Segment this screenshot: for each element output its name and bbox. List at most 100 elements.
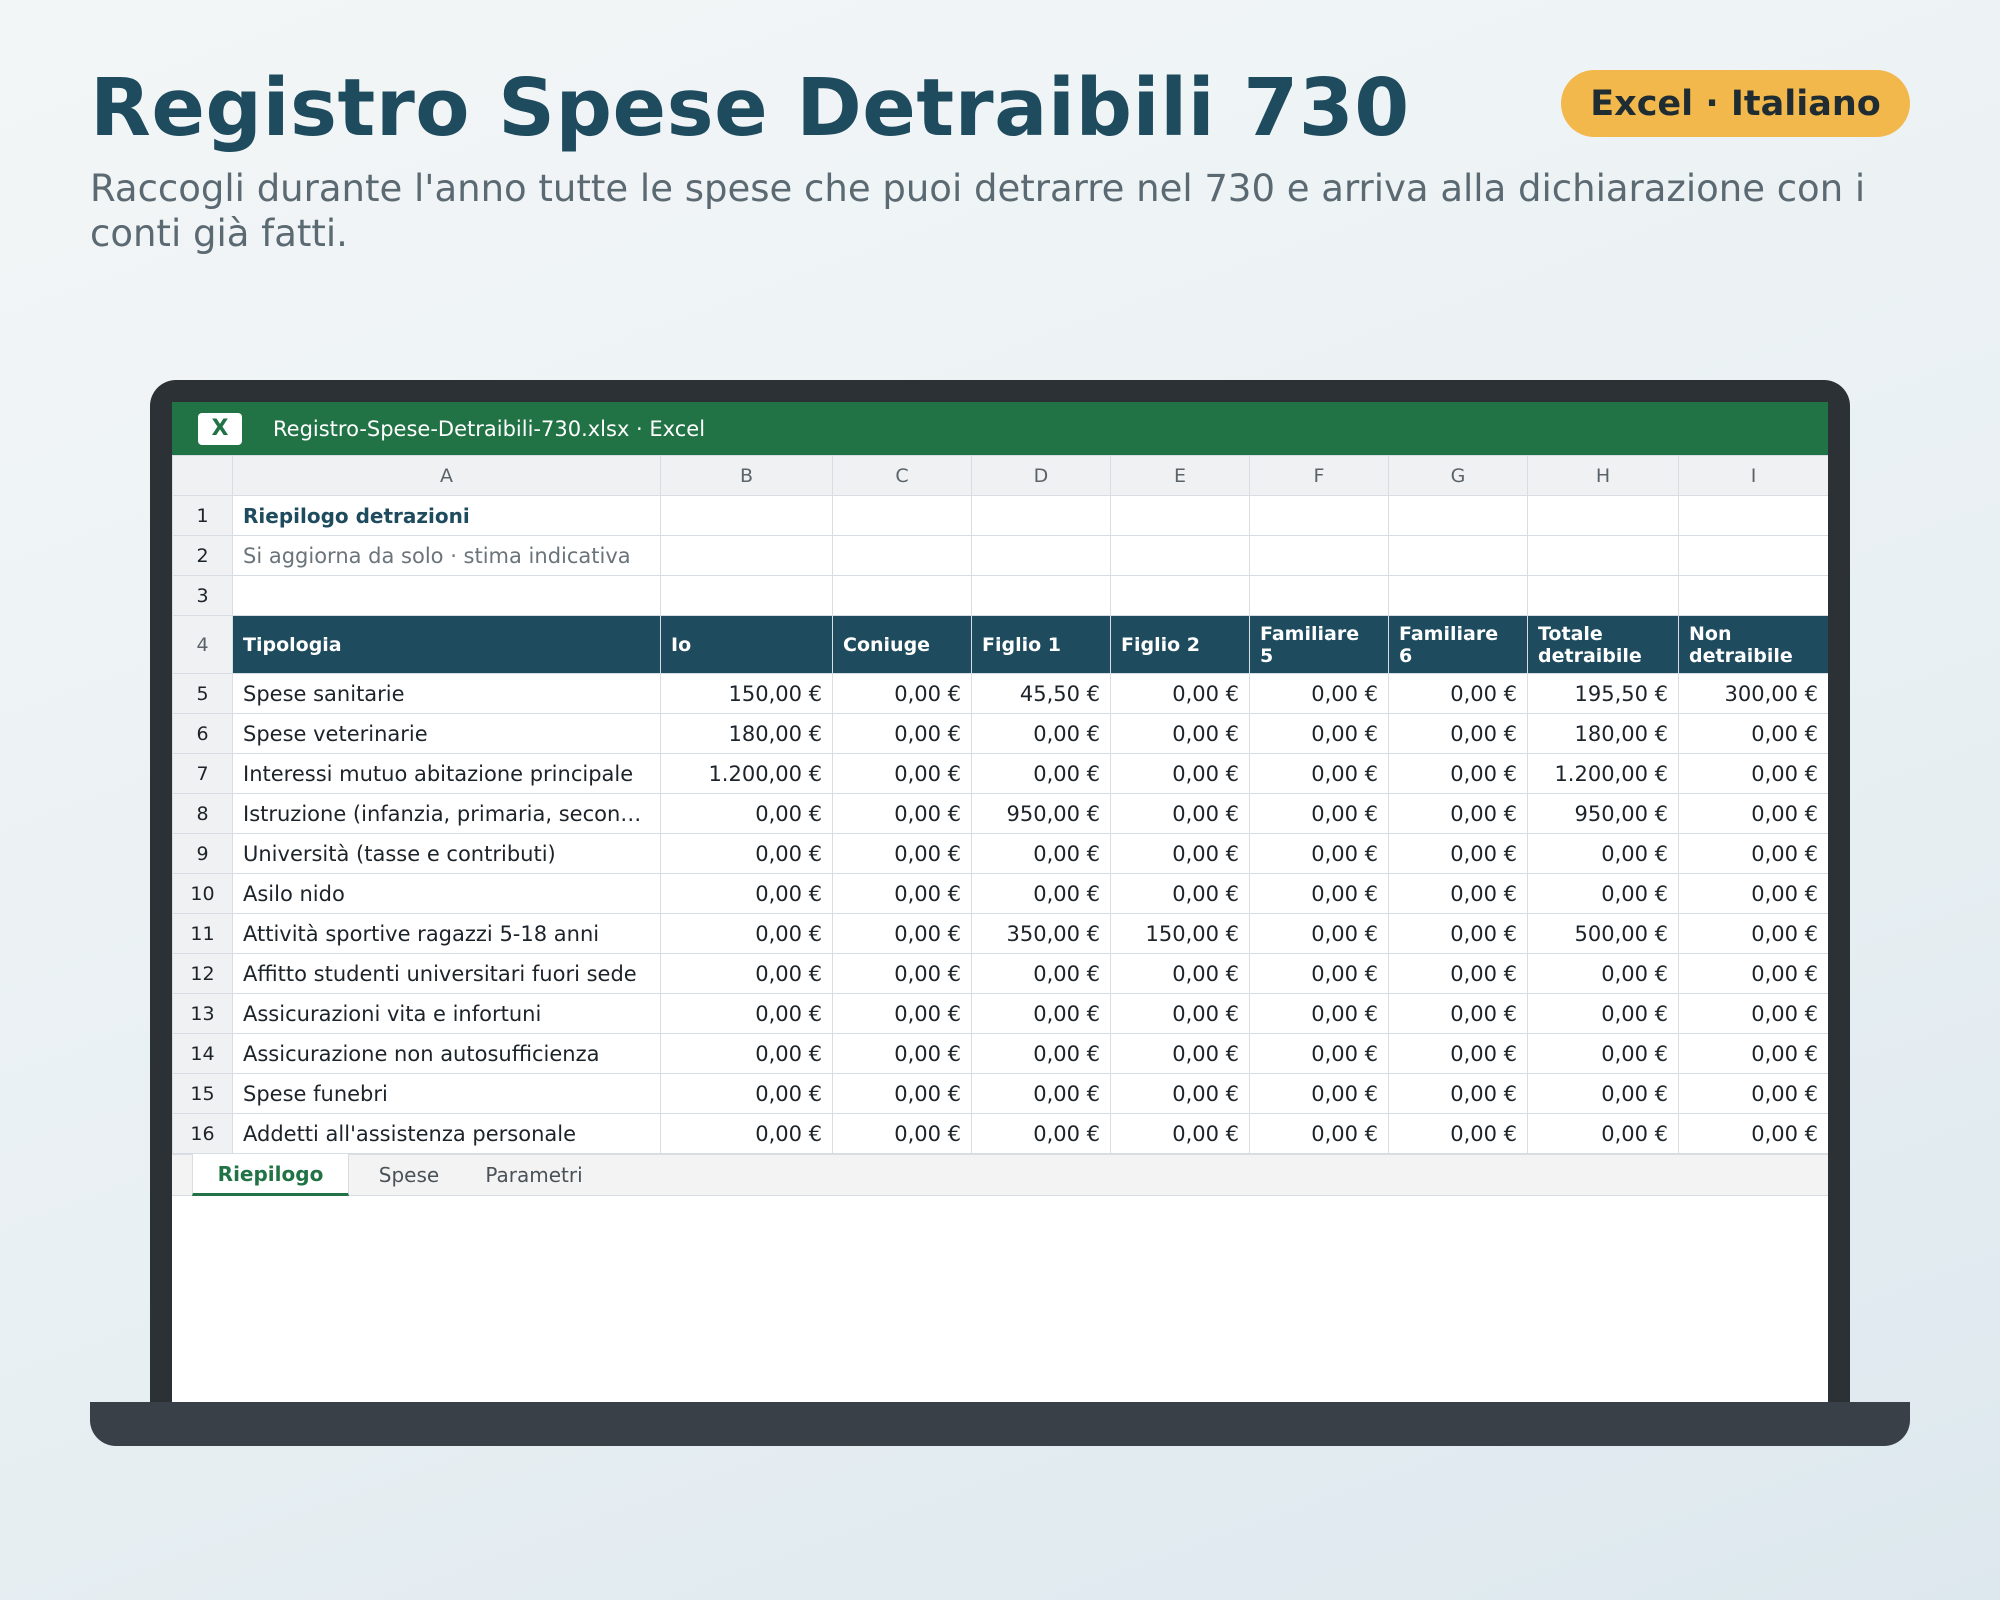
table-header-cell[interactable]: Io — [660, 615, 833, 674]
empty-cell[interactable] — [832, 535, 972, 576]
empty-cell[interactable] — [971, 495, 1111, 536]
empty-cell[interactable] — [1678, 575, 1828, 616]
amount-cell[interactable]: 0,00 € — [832, 1113, 972, 1154]
expense-type-cell[interactable]: Spese sanitarie — [232, 673, 661, 714]
amount-cell[interactable]: 0,00 € — [1249, 873, 1389, 914]
amount-cell[interactable]: 0,00 € — [1388, 993, 1528, 1034]
table-header-cell[interactable]: Coniuge — [832, 615, 972, 674]
amount-cell[interactable]: 195,50 € — [1527, 673, 1679, 714]
amount-cell[interactable]: 0,00 € — [1388, 793, 1528, 834]
amount-cell[interactable]: 0,00 € — [1388, 913, 1528, 954]
column-header-b[interactable]: B — [660, 455, 833, 496]
amount-cell[interactable]: 0,00 € — [832, 673, 972, 714]
empty-cell[interactable] — [1110, 575, 1250, 616]
empty-cell[interactable] — [1527, 495, 1679, 536]
empty-cell[interactable] — [832, 495, 972, 536]
empty-cell[interactable] — [1527, 535, 1679, 576]
amount-cell[interactable]: 0,00 € — [971, 1033, 1111, 1074]
amount-cell[interactable]: 0,00 € — [832, 793, 972, 834]
row-number[interactable]: 14 — [172, 1033, 233, 1074]
row-number[interactable]: 10 — [172, 873, 233, 914]
row-number[interactable]: 16 — [172, 1113, 233, 1154]
amount-cell[interactable]: 0,00 € — [1527, 993, 1679, 1034]
amount-cell[interactable]: 150,00 € — [1110, 913, 1250, 954]
column-header-h[interactable]: H — [1527, 455, 1679, 496]
amount-cell[interactable]: 0,00 € — [1527, 873, 1679, 914]
amount-cell[interactable]: 0,00 € — [1678, 753, 1828, 794]
amount-cell[interactable]: 0,00 € — [832, 993, 972, 1034]
amount-cell[interactable]: 0,00 € — [1249, 913, 1389, 954]
empty-cell[interactable] — [660, 535, 833, 576]
table-header-cell[interactable]: Familiare 5 — [1249, 615, 1389, 674]
column-header-f[interactable]: F — [1249, 455, 1389, 496]
amount-cell[interactable]: 0,00 € — [1678, 1033, 1828, 1074]
empty-cell[interactable] — [1110, 495, 1250, 536]
amount-cell[interactable]: 0,00 € — [1249, 1113, 1389, 1154]
amount-cell[interactable]: 0,00 € — [1388, 953, 1528, 994]
amount-cell[interactable]: 0,00 € — [1388, 833, 1528, 874]
amount-cell[interactable]: 0,00 € — [1678, 1113, 1828, 1154]
amount-cell[interactable]: 0,00 € — [832, 953, 972, 994]
empty-cell[interactable] — [1678, 495, 1828, 536]
sheet-subtitle-cell[interactable]: Si aggiorna da solo · stima indicativa — [232, 535, 661, 576]
amount-cell[interactable]: 0,00 € — [832, 1033, 972, 1074]
table-header-cell[interactable]: Figlio 1 — [971, 615, 1111, 674]
column-header-e[interactable]: E — [1110, 455, 1250, 496]
row-number[interactable]: 9 — [172, 833, 233, 874]
empty-cell[interactable] — [660, 575, 833, 616]
row-number[interactable]: 3 — [172, 575, 233, 616]
amount-cell[interactable]: 0,00 € — [971, 713, 1111, 754]
row-number[interactable]: 12 — [172, 953, 233, 994]
empty-cell[interactable] — [232, 575, 661, 616]
empty-cell[interactable] — [1388, 495, 1528, 536]
expense-type-cell[interactable]: Istruzione (infanzia, primaria, secondar… — [232, 793, 661, 834]
amount-cell[interactable]: 0,00 € — [832, 1073, 972, 1114]
expense-type-cell[interactable]: Assicurazioni vita e infortuni — [232, 993, 661, 1034]
amount-cell[interactable]: 0,00 € — [660, 993, 833, 1034]
amount-cell[interactable]: 0,00 € — [1249, 793, 1389, 834]
empty-cell[interactable] — [1249, 535, 1389, 576]
sheet-tab-riepilogo[interactable]: Riepilogo — [192, 1154, 349, 1196]
amount-cell[interactable]: 0,00 € — [832, 873, 972, 914]
amount-cell[interactable]: 0,00 € — [660, 793, 833, 834]
empty-cell[interactable] — [971, 535, 1111, 576]
amount-cell[interactable]: 0,00 € — [1678, 793, 1828, 834]
empty-cell[interactable] — [832, 575, 972, 616]
expense-type-cell[interactable]: Addetti all'assistenza personale — [232, 1113, 661, 1154]
column-header-a[interactable]: A — [232, 455, 661, 496]
row-number[interactable]: 7 — [172, 753, 233, 794]
amount-cell[interactable]: 0,00 € — [832, 913, 972, 954]
amount-cell[interactable]: 0,00 € — [832, 833, 972, 874]
empty-cell[interactable] — [1527, 575, 1679, 616]
amount-cell[interactable]: 0,00 € — [1527, 1113, 1679, 1154]
sheet-tab-parametri[interactable]: Parametri — [469, 1154, 599, 1196]
amount-cell[interactable]: 0,00 € — [1110, 673, 1250, 714]
amount-cell[interactable]: 0,00 € — [660, 1033, 833, 1074]
amount-cell[interactable]: 0,00 € — [660, 913, 833, 954]
amount-cell[interactable]: 950,00 € — [971, 793, 1111, 834]
empty-cell[interactable] — [1110, 535, 1250, 576]
amount-cell[interactable]: 0,00 € — [1678, 993, 1828, 1034]
amount-cell[interactable]: 0,00 € — [1110, 793, 1250, 834]
amount-cell[interactable]: 0,00 € — [660, 873, 833, 914]
empty-cell[interactable] — [660, 495, 833, 536]
sheet-tab-spese[interactable]: Spese — [349, 1154, 469, 1196]
select-all-corner[interactable] — [172, 455, 233, 496]
row-number[interactable]: 11 — [172, 913, 233, 954]
table-header-cell[interactable]: Non detraibile — [1678, 615, 1828, 674]
empty-cell[interactable] — [971, 575, 1111, 616]
expense-type-cell[interactable]: Interessi mutuo abitazione principale — [232, 753, 661, 794]
amount-cell[interactable]: 0,00 € — [1249, 993, 1389, 1034]
amount-cell[interactable]: 0,00 € — [832, 713, 972, 754]
amount-cell[interactable]: 0,00 € — [1110, 993, 1250, 1034]
amount-cell[interactable]: 0,00 € — [1678, 1073, 1828, 1114]
amount-cell[interactable]: 0,00 € — [660, 1073, 833, 1114]
expense-type-cell[interactable]: Attività sportive ragazzi 5-18 anni — [232, 913, 661, 954]
empty-cell[interactable] — [1249, 495, 1389, 536]
table-header-cell[interactable]: Familiare 6 — [1388, 615, 1528, 674]
amount-cell[interactable]: 0,00 € — [1388, 1113, 1528, 1154]
amount-cell[interactable]: 0,00 € — [1110, 953, 1250, 994]
amount-cell[interactable]: 150,00 € — [660, 673, 833, 714]
column-header-c[interactable]: C — [832, 455, 972, 496]
amount-cell[interactable]: 0,00 € — [1678, 713, 1828, 754]
